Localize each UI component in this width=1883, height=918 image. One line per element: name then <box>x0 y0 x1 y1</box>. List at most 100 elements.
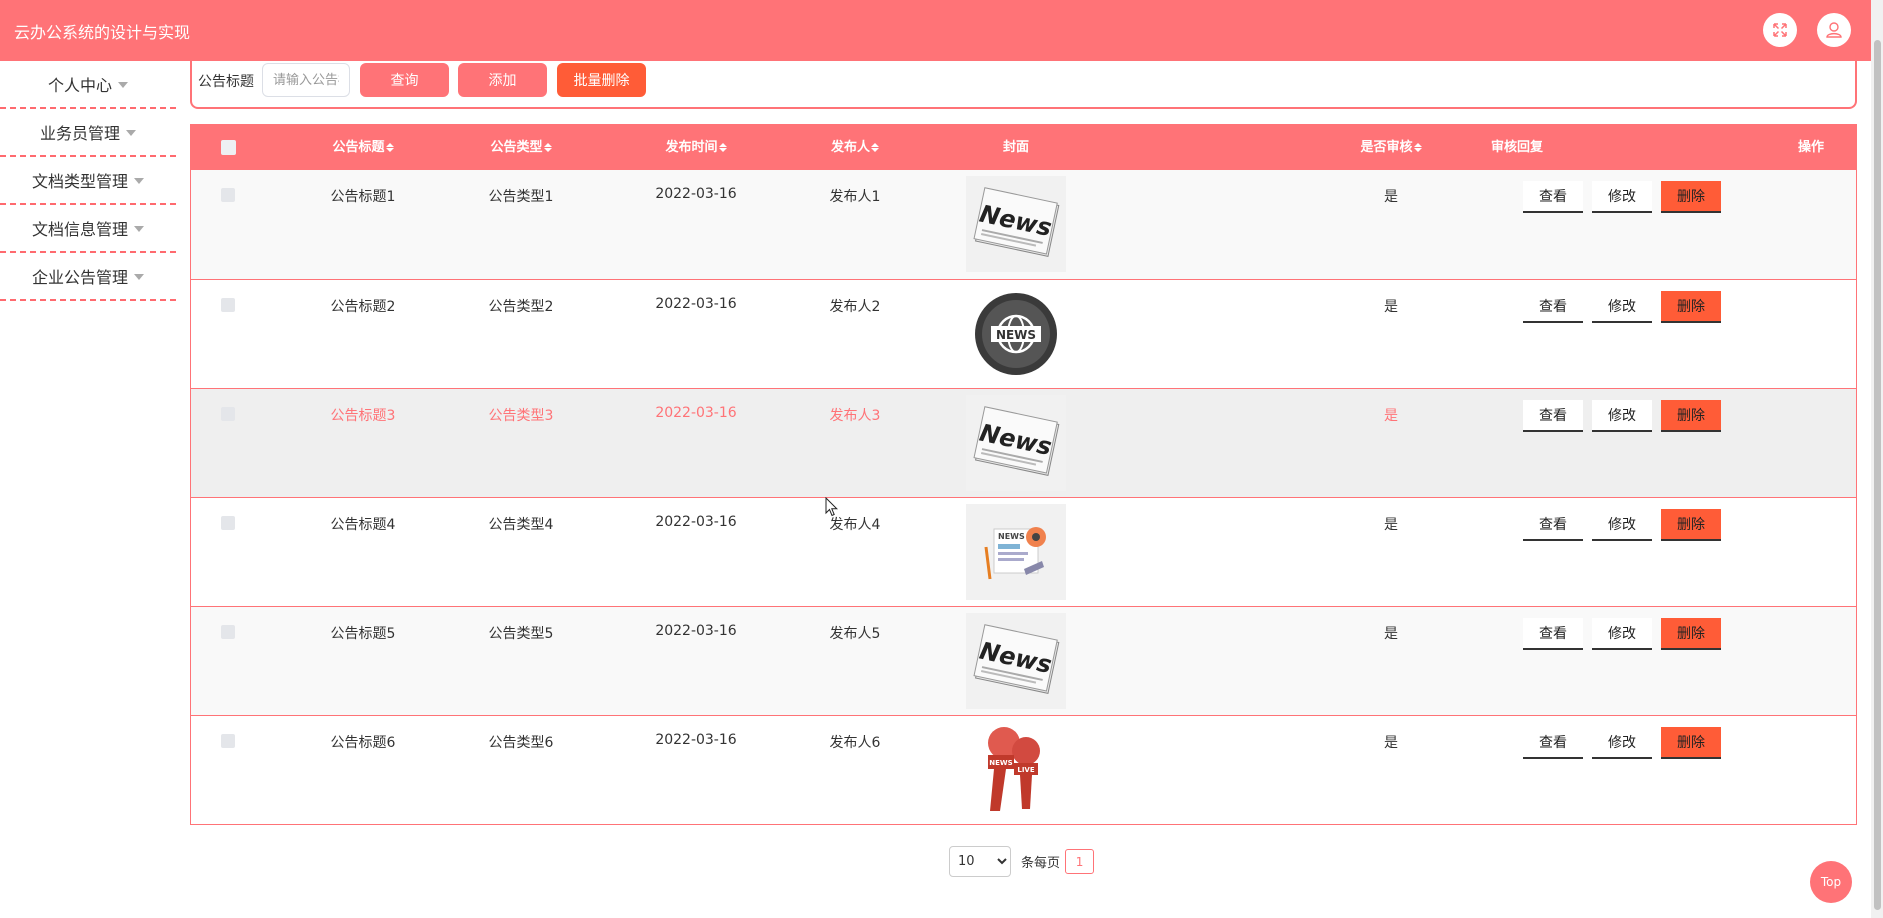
row-checkbox[interactable] <box>221 625 235 643</box>
pagination: 10 条每页 1 <box>949 846 1095 877</box>
column-header-publisher[interactable]: 发布人 <box>805 125 905 170</box>
back-to-top-button[interactable]: Top <box>1810 861 1852 903</box>
edit-button[interactable]: 修改 <box>1592 181 1652 213</box>
sort-icon <box>385 143 394 152</box>
caret-down-icon <box>118 82 128 88</box>
cell-publisher: 发布人1 <box>829 189 881 205</box>
cell-title: 公告标题1 <box>330 189 396 205</box>
row-checkbox[interactable] <box>221 188 235 206</box>
cell-type: 公告类型1 <box>488 189 554 205</box>
table-row[interactable]: 公告标题2 公告类型2 2022-03-16 发布人2 NEWS 是 查看 修改 删除 <box>191 279 1856 388</box>
cover-image: News <box>966 395 1066 491</box>
cell-title: 公告标题2 <box>330 299 396 315</box>
live-microphone-icon: NEWS LIVE <box>988 727 1040 811</box>
cell-title: 公告标题4 <box>330 517 396 533</box>
cell-time: 2022-03-16 <box>655 186 737 202</box>
edit-button[interactable]: 修改 <box>1592 618 1652 650</box>
table-row[interactable]: 公告标题5 公告类型5 2022-03-16 发布人5 News 是 查看 修改 删除 <box>191 606 1856 715</box>
cell-type: 公告类型2 <box>488 299 554 315</box>
view-button[interactable]: 查看 <box>1523 291 1583 323</box>
cover-image: NEWS LIVE <box>966 722 1066 818</box>
cell-time: 2022-03-16 <box>655 623 737 639</box>
column-header-actions: 操作 <box>1797 140 1824 155</box>
view-button[interactable]: 查看 <box>1523 727 1583 759</box>
cell-time: 2022-03-16 <box>655 405 737 421</box>
caret-down-icon <box>134 226 144 232</box>
delete-button[interactable]: 删除 <box>1661 400 1721 432</box>
sidebar-item-salesman-management[interactable]: 业务员管理 <box>0 109 176 157</box>
cell-time: 2022-03-16 <box>655 514 737 530</box>
edit-button[interactable]: 修改 <box>1592 727 1652 759</box>
cover-image: NEWS <box>966 286 1066 382</box>
svg-text:NEWS: NEWS <box>989 759 1012 767</box>
delete-button[interactable]: 删除 <box>1661 181 1721 213</box>
cell-reviewed: 是 <box>1384 408 1398 424</box>
scrollbar-thumb[interactable] <box>1874 40 1881 910</box>
sort-icon <box>871 143 879 152</box>
page-size-select[interactable]: 10 <box>949 846 1011 877</box>
column-header-reply: 审核回复 <box>1490 140 1543 155</box>
add-button[interactable]: 添加 <box>458 63 547 97</box>
table-row[interactable]: 公告标题3 公告类型3 2022-03-16 发布人3 News 是 查看 修改 删除 <box>191 388 1856 497</box>
sidebar: 个人中心 业务员管理 文档类型管理 文档信息管理 企业公告管理 <box>0 61 176 301</box>
svg-text:LIVE: LIVE <box>1017 766 1034 774</box>
sidebar-item-announcement-management[interactable]: 企业公告管理 <box>0 253 176 301</box>
table-row[interactable]: 公告标题6 公告类型6 2022-03-16 发布人6 NEWS LIVE 是 查看 修改 删除 <box>191 715 1856 824</box>
column-header-reviewed[interactable]: 是否审核 <box>1331 125 1451 170</box>
cell-reviewed: 是 <box>1384 517 1398 533</box>
view-button[interactable]: 查看 <box>1523 618 1583 650</box>
table-row[interactable]: 公告标题4 公告类型4 2022-03-16 发布人4 NEWS 是 查看 修改 删除 <box>191 497 1856 606</box>
delete-button[interactable]: 删除 <box>1661 618 1721 650</box>
cover-image: NEWS <box>966 504 1066 600</box>
column-header-time[interactable]: 发布时间 <box>636 125 756 170</box>
newspaper-icon: News <box>973 624 1060 694</box>
sidebar-item-label: 文档类型管理 <box>31 172 128 191</box>
row-checkbox[interactable] <box>221 734 235 752</box>
cell-publisher: 发布人2 <box>829 299 881 315</box>
row-checkbox[interactable] <box>221 298 235 316</box>
per-page-label: 条每页 <box>1021 856 1061 871</box>
cell-time: 2022-03-16 <box>655 732 737 748</box>
sidebar-item-doc-type-management[interactable]: 文档类型管理 <box>0 157 176 205</box>
delete-button[interactable]: 删除 <box>1661 727 1721 759</box>
query-button[interactable]: 查询 <box>360 63 449 97</box>
sidebar-item-doc-info-management[interactable]: 文档信息管理 <box>0 205 176 253</box>
view-button[interactable]: 查看 <box>1523 400 1583 432</box>
edit-button[interactable]: 修改 <box>1592 509 1652 541</box>
cell-title: 公告标题3 <box>330 408 396 424</box>
search-input[interactable] <box>262 63 350 97</box>
row-checkbox[interactable] <box>221 516 235 534</box>
sidebar-item-label: 文档信息管理 <box>31 220 128 239</box>
sidebar-item-label: 个人中心 <box>47 76 112 95</box>
column-header-type[interactable]: 公告类型 <box>471 125 571 170</box>
edit-button[interactable]: 修改 <box>1592 400 1652 432</box>
cell-reviewed: 是 <box>1384 626 1398 642</box>
delete-button[interactable]: 删除 <box>1661 509 1721 541</box>
cell-type: 公告类型3 <box>488 408 554 424</box>
fullscreen-icon <box>1773 23 1787 37</box>
view-button[interactable]: 查看 <box>1523 509 1583 541</box>
page-number-button[interactable]: 1 <box>1065 849 1095 874</box>
cell-time: 2022-03-16 <box>655 296 737 312</box>
batch-delete-button[interactable]: 批量删除 <box>557 63 646 97</box>
user-menu-button[interactable] <box>1817 13 1851 47</box>
edit-button[interactable]: 修改 <box>1592 291 1652 323</box>
cell-publisher: 发布人5 <box>829 626 881 642</box>
newspaper-icon: News <box>973 406 1060 476</box>
sidebar-item-label: 企业公告管理 <box>31 268 128 287</box>
cell-title: 公告标题5 <box>330 626 396 642</box>
user-icon <box>1826 22 1842 38</box>
sort-icon <box>1413 143 1422 152</box>
column-header-title[interactable]: 公告标题 <box>313 125 413 170</box>
row-checkbox[interactable] <box>221 407 235 425</box>
page-scrollbar[interactable] <box>1871 0 1883 918</box>
fullscreen-button[interactable] <box>1763 13 1797 47</box>
select-all-checkbox[interactable] <box>221 125 236 170</box>
sidebar-item-personal-center[interactable]: 个人中心 <box>0 61 176 109</box>
table-row[interactable]: 公告标题1 公告类型1 2022-03-16 发布人1 News 是 查看 修改 删除 <box>191 170 1856 279</box>
delete-button[interactable]: 删除 <box>1661 291 1721 323</box>
view-button[interactable]: 查看 <box>1523 181 1583 213</box>
cell-type: 公告类型5 <box>488 626 554 642</box>
cell-title: 公告标题6 <box>330 735 396 751</box>
sort-icon <box>718 143 727 152</box>
